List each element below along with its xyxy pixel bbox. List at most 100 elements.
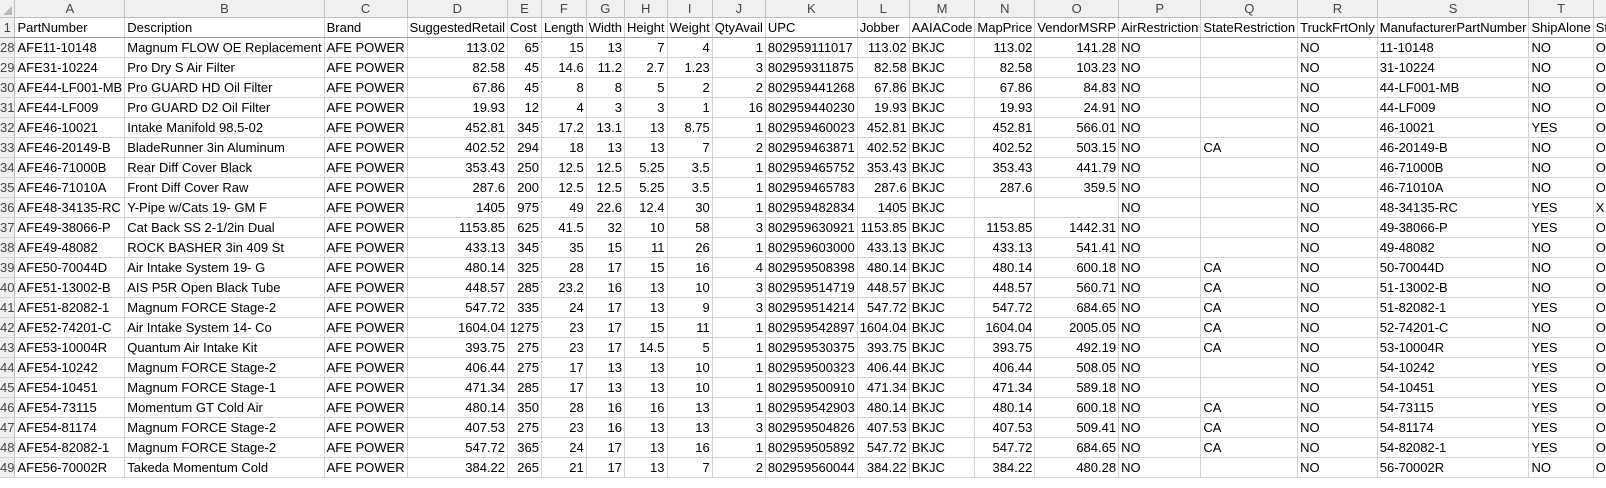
table-cell[interactable]: 50-70044D <box>1377 257 1530 278</box>
table-cell[interactable] <box>1200 57 1299 78</box>
table-cell[interactable]: 11 <box>624 237 668 258</box>
table-cell[interactable]: 54-10242 <box>1377 357 1530 378</box>
table-cell[interactable]: 12.5 <box>586 177 625 198</box>
table-cell[interactable]: O <box>1593 157 1606 178</box>
table-cell[interactable]: NO <box>1118 357 1202 378</box>
field-header-cell[interactable]: Jobber <box>857 17 910 38</box>
table-cell[interactable]: 3 <box>712 297 766 318</box>
table-cell[interactable]: 17 <box>541 377 587 398</box>
table-cell[interactable]: 67.86 <box>407 77 509 98</box>
table-cell[interactable]: 802959465783 <box>765 177 858 198</box>
table-cell[interactable]: 141.28 <box>1034 37 1120 58</box>
table-cell[interactable]: 1 <box>712 437 766 458</box>
spreadsheet-grid[interactable]: ABCDEFGHIJKLMNOPQRSTU 1PartNumberDescrip… <box>0 0 1606 478</box>
table-cell[interactable]: 402.52 <box>407 137 509 158</box>
table-cell[interactable]: AFE54-10242 <box>14 357 126 378</box>
table-cell[interactable]: 393.75 <box>857 337 910 358</box>
row-header[interactable]: 34 <box>0 157 16 178</box>
table-cell[interactable]: 16 <box>667 257 713 278</box>
row-header[interactable]: 42 <box>0 317 16 338</box>
field-header-cell[interactable]: SuggestedRetail <box>407 17 509 38</box>
table-cell[interactable]: CA <box>1200 417 1299 438</box>
table-cell[interactable]: 10 <box>667 377 713 398</box>
table-cell[interactable]: 22.6 <box>586 197 625 218</box>
field-header-cell[interactable]: Height <box>624 17 668 38</box>
table-cell[interactable]: 45 <box>507 57 542 78</box>
table-cell[interactable]: 547.72 <box>407 297 509 318</box>
table-cell[interactable]: O <box>1593 77 1606 98</box>
table-cell[interactable]: AFE51-82082-1 <box>14 297 126 318</box>
table-cell[interactable]: NO <box>1297 77 1378 98</box>
table-cell[interactable]: BKJC <box>909 377 976 398</box>
table-cell[interactable]: 54-82082-1 <box>1377 437 1530 458</box>
table-cell[interactable]: 14.5 <box>624 337 668 358</box>
table-cell[interactable]: 44-LF009 <box>1377 97 1530 118</box>
table-cell[interactable]: 802959603000 <box>765 237 858 258</box>
table-cell[interactable]: 1 <box>712 377 766 398</box>
table-cell[interactable]: NO <box>1528 237 1594 258</box>
table-cell[interactable]: 684.65 <box>1034 437 1120 458</box>
table-cell[interactable]: 23.2 <box>541 277 587 298</box>
table-cell[interactable]: 17 <box>586 337 625 358</box>
table-cell[interactable]: AFE49-38066-P <box>14 217 126 238</box>
table-cell[interactable]: BKJC <box>909 137 976 158</box>
table-cell[interactable]: 285 <box>507 277 542 298</box>
table-cell[interactable]: NO <box>1297 197 1378 218</box>
table-cell[interactable]: 285 <box>507 377 542 398</box>
table-cell[interactable]: 1 <box>712 397 766 418</box>
table-cell[interactable]: 21 <box>541 457 587 478</box>
table-cell[interactable]: 802959500323 <box>765 357 858 378</box>
column-header-b[interactable]: B <box>124 0 325 18</box>
table-cell[interactable]: 1275 <box>507 317 542 338</box>
table-cell[interactable]: 65 <box>507 37 542 58</box>
table-cell[interactable]: 49-38066-P <box>1377 217 1530 238</box>
table-cell[interactable]: YES <box>1528 117 1594 138</box>
table-cell[interactable]: 48-34135-RC <box>1377 197 1530 218</box>
field-header-cell[interactable]: Status <box>1593 17 1606 38</box>
table-cell[interactable]: Front Diff Cover Raw <box>124 177 325 198</box>
table-cell[interactable]: Pro GUARD D2 Oil Filter <box>124 97 325 118</box>
table-cell[interactable]: NO <box>1297 257 1378 278</box>
table-cell[interactable]: NO <box>1297 297 1378 318</box>
table-cell[interactable]: 802959514719 <box>765 277 858 298</box>
table-cell[interactable]: BKJC <box>909 297 976 318</box>
table-cell[interactable]: 2 <box>712 137 766 158</box>
table-cell[interactable]: 1153.85 <box>974 217 1036 238</box>
table-cell[interactable]: AFE POWER <box>324 237 408 258</box>
table-cell[interactable]: 2.7 <box>624 57 668 78</box>
table-cell[interactable]: AFE POWER <box>324 297 408 318</box>
table-cell[interactable]: AFE POWER <box>324 277 408 298</box>
row-header[interactable]: 33 <box>0 137 16 158</box>
table-cell[interactable]: 802959482834 <box>765 197 858 218</box>
table-cell[interactable]: O <box>1593 117 1606 138</box>
table-cell[interactable]: 1604.04 <box>974 317 1036 338</box>
table-cell[interactable]: O <box>1593 237 1606 258</box>
table-cell[interactable]: NO <box>1297 437 1378 458</box>
table-cell[interactable]: AFE POWER <box>324 157 408 178</box>
table-cell[interactable]: AFE POWER <box>324 317 408 338</box>
table-cell[interactable]: 113.02 <box>857 37 910 58</box>
table-cell[interactable]: 9 <box>667 297 713 318</box>
table-cell[interactable]: Cat Back SS 2-1/2in Dual <box>124 217 325 238</box>
table-cell[interactable]: NO <box>1297 337 1378 358</box>
table-cell[interactable]: AFE52-74201-C <box>14 317 126 338</box>
table-cell[interactable]: AFE POWER <box>324 77 408 98</box>
table-cell[interactable]: CA <box>1200 257 1299 278</box>
table-cell[interactable]: 802959505892 <box>765 437 858 458</box>
table-cell[interactable]: 802959530375 <box>765 337 858 358</box>
table-cell[interactable]: NO <box>1297 397 1378 418</box>
table-cell[interactable]: NO <box>1528 317 1594 338</box>
table-cell[interactable]: AFE48-34135-RC <box>14 197 126 218</box>
table-cell[interactable]: 1153.85 <box>857 217 910 238</box>
table-cell[interactable]: 433.13 <box>974 237 1036 258</box>
table-cell[interactable]: 3 <box>586 97 625 118</box>
row-header[interactable]: 37 <box>0 217 16 238</box>
table-cell[interactable]: AFE44-LF001-MB <box>14 77 126 98</box>
table-cell[interactable]: NO <box>1297 57 1378 78</box>
table-cell[interactable]: NO <box>1118 297 1202 318</box>
field-header-cell[interactable]: AirRestriction <box>1118 17 1202 38</box>
table-cell[interactable]: 802959560044 <box>765 457 858 478</box>
table-cell[interactable]: NO <box>1528 97 1594 118</box>
row-header[interactable]: 48 <box>0 437 16 458</box>
table-cell[interactable]: 13 <box>624 377 668 398</box>
